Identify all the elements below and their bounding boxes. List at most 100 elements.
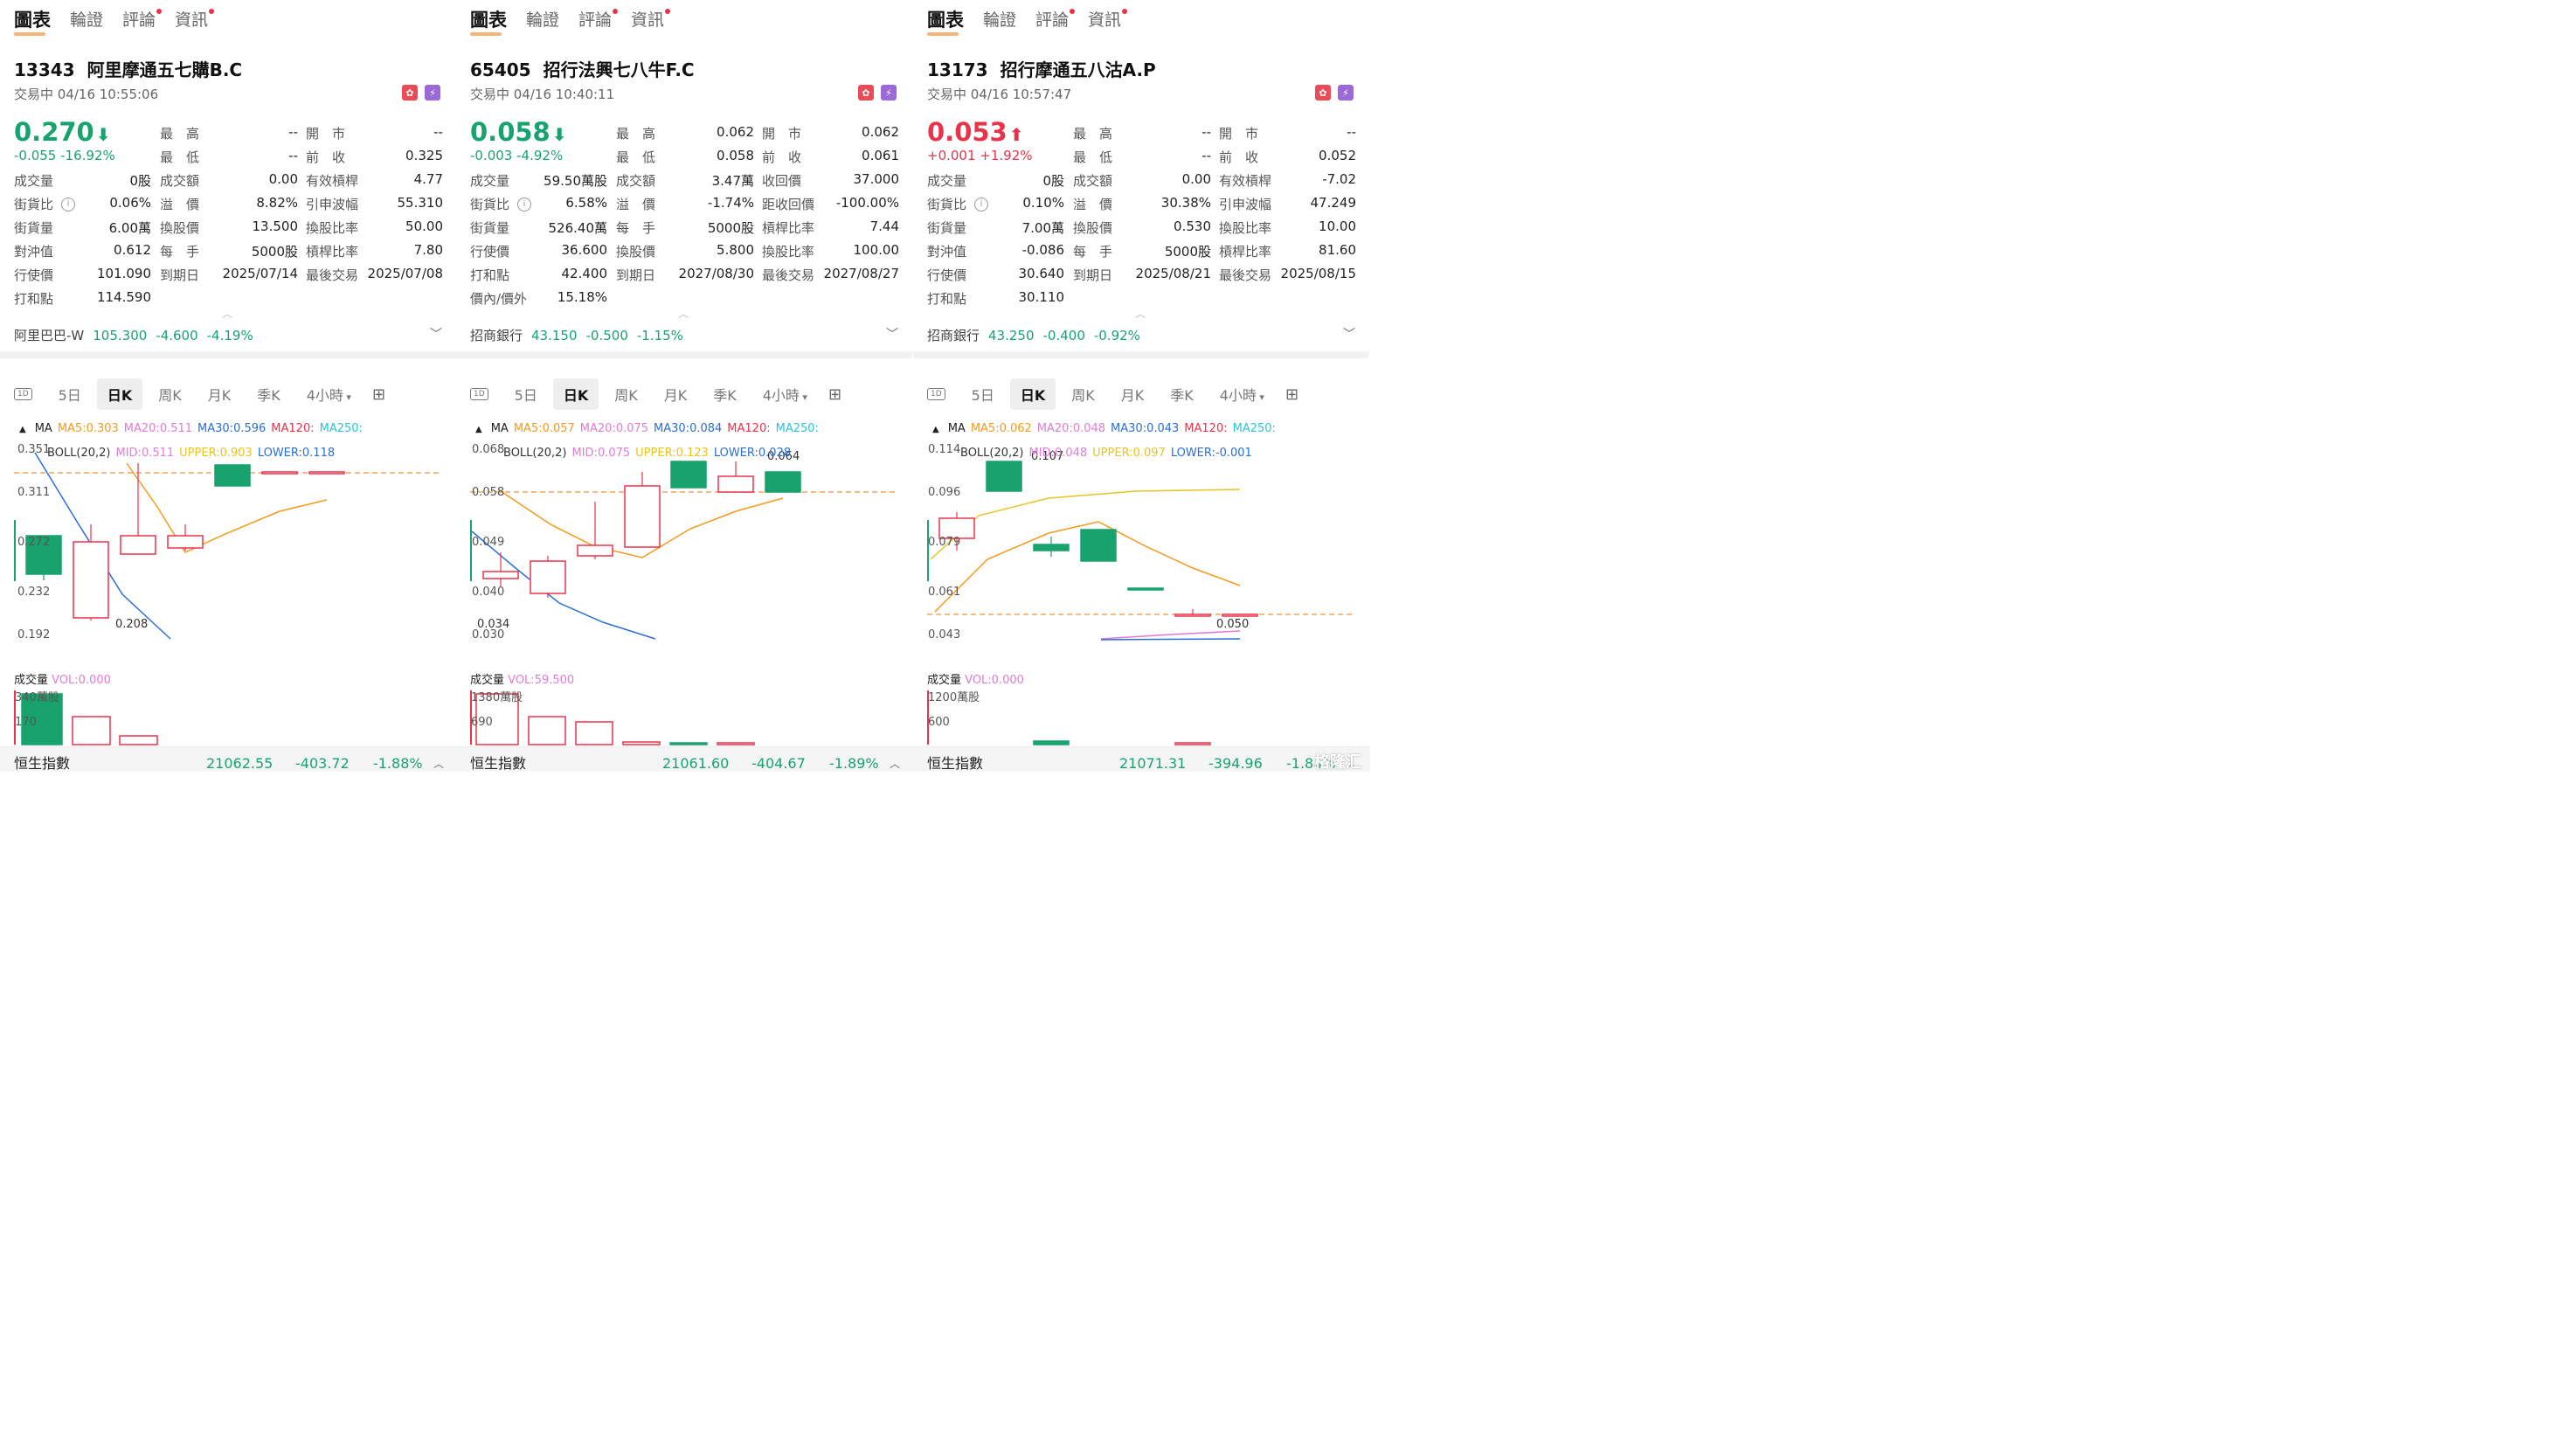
kline-chart[interactable]: 0.0680.0580.0490.0400.0300.0640.034BOLL(… [456,437,912,752]
period-tab[interactable]: 季K [1170,380,1194,408]
hk-flower-icon[interactable]: ✿ [402,85,418,101]
candlestick[interactable] [167,535,204,549]
arrow-down-icon: ⬇ [551,124,567,145]
period-tab[interactable]: 4小時 ▾ [763,380,807,408]
collapse-caret-icon[interactable]: ︿ [678,306,689,321]
period-tab[interactable]: 1D [470,388,488,400]
period-tab[interactable]: 4小時 ▾ [1220,380,1264,408]
candlestick[interactable] [577,544,613,557]
candlestick[interactable] [1080,529,1117,562]
quote-value: 2027/08/30 [678,266,754,281]
period-tab[interactable]: 1D [927,388,945,400]
collapse-caret-icon[interactable]: ︿ [1135,306,1146,321]
period-tab-label: 日K [1020,387,1046,404]
chevron-down-icon[interactable]: ﹀ [1343,325,1355,343]
period-tab[interactable]: 1D [14,388,32,400]
flash-icon[interactable]: ⚡ [425,85,440,101]
tab-news[interactable]: 資訊 [175,5,215,37]
period-tab[interactable]: 季K [713,380,737,408]
candlestick[interactable] [214,464,251,487]
layout-grid-icon[interactable]: ⊞ [372,385,385,404]
period-tab[interactable]: 周K [158,380,182,408]
boll-lower: LOWER:0.028 [714,447,791,460]
candlestick[interactable] [308,471,345,475]
hk-flower-icon[interactable]: ✿ [1315,85,1331,101]
collapse-caret-icon[interactable]: ︿ [222,306,232,321]
candlestick[interactable] [482,571,519,579]
quote-label: 換股比率 [306,220,359,236]
tab-comments[interactable]: 評論 [122,5,163,37]
tab-news[interactable]: 資訊 [1088,5,1128,37]
candlestick[interactable] [624,485,661,548]
period-tab[interactable]: 日K [552,378,599,410]
candlestick[interactable] [1174,614,1211,617]
quote-value: 3.47萬 [711,173,754,189]
candlestick[interactable] [530,560,566,594]
expand-caret-icon[interactable]: ︿ [433,747,444,772]
layout-grid-icon[interactable]: ⊞ [1285,385,1298,404]
period-tab[interactable]: 日K [96,378,143,410]
underlying-stock[interactable]: 招商銀行 43.150 -0.500 -1.15% [470,326,692,344]
period-tab[interactable]: 4小時 ▾ [307,380,351,408]
collapse-triangle-icon[interactable]: ▲ [475,425,482,434]
quote-label: 對沖值 [927,244,967,260]
tab-warrants[interactable]: 輪證 [983,5,1016,37]
period-tab[interactable]: 月K [1121,380,1145,408]
candlestick[interactable] [1033,544,1070,551]
tab-news[interactable]: 資訊 [631,5,671,37]
kline-chart[interactable]: 0.1140.0960.0790.0610.0430.1070.050BOLL(… [913,437,1369,752]
candlestick[interactable] [670,461,707,489]
quote-label: 最後交易 [1219,267,1272,283]
collapse-triangle-icon[interactable]: ▲ [932,425,939,434]
tab-chart[interactable]: 圖表 [14,5,51,37]
ma20-value: MA20:0.075 [579,422,649,435]
candlestick[interactable] [1127,587,1164,591]
layout-grid-icon[interactable]: ⊞ [828,385,841,404]
period-tab[interactable]: 月K [208,380,232,408]
period-tab[interactable]: 5日 [972,380,994,408]
period-tab[interactable]: 周K [614,380,638,408]
flash-icon[interactable]: ⚡ [1338,85,1354,101]
tab-comments[interactable]: 評論 [1035,5,1076,37]
chevron-down-icon[interactable]: ﹀ [430,325,442,343]
y-axis-tick: 0.096 [928,486,960,499]
quote-value: 0.062 [862,124,899,140]
period-tab[interactable]: 日K [1009,378,1056,410]
period-tab[interactable]: 月K [664,380,688,408]
tab-warrants[interactable]: 輪證 [70,5,103,37]
tab-chart[interactable]: 圖表 [927,5,964,37]
candlestick[interactable] [73,541,109,619]
flash-icon[interactable]: ⚡ [881,85,897,101]
candlestick[interactable] [120,535,156,555]
candlestick[interactable] [1222,614,1258,617]
market-icons: ✿ ⚡ [858,85,897,101]
period-tab[interactable]: 周K [1071,380,1095,408]
tab-warrants[interactable]: 輪證 [526,5,559,37]
period-tab[interactable]: 5日 [515,380,537,408]
collapse-triangle-icon[interactable]: ▲ [19,425,26,434]
chevron-down-icon[interactable]: ﹀ [886,325,898,343]
candlestick[interactable] [765,471,801,493]
y-axis-tick: 0.351 [17,443,50,456]
period-tab[interactable]: 季K [257,380,280,408]
underlying-pct: -4.19% [206,328,253,343]
tab-chart[interactable]: 圖表 [470,5,507,37]
quote-value: 37.000 [853,171,900,187]
underlying-stock[interactable]: 阿里巴巴-W 105.300 -4.600 -4.19% [14,326,262,344]
period-tab[interactable]: 5日 [59,380,81,408]
boll-indicator-row: BOLL(20,2) MID:0.048 UPPER:0.097 LOWER:-0.0… [960,447,1252,460]
kline-chart[interactable]: 0.351 0.311 0.272 0.232 0.192 0.208 BOLL(20,2)… [0,437,456,752]
candlestick[interactable] [986,461,1022,492]
underlying-stock[interactable]: 招商銀行 43.250 -0.400 -0.92% [927,326,1149,344]
boll-upper: UPPER:0.123 [635,447,709,460]
candlestick[interactable] [261,471,298,475]
candlestick[interactable] [717,475,754,493]
volume-value: VOL:0.000 [52,674,111,687]
notification-dot [1070,9,1076,14]
tab-comments[interactable]: 評論 [578,5,619,37]
indicator-line [1100,638,1241,641]
expand-caret-icon[interactable]: ︿ [890,747,900,772]
hk-flower-icon[interactable]: ✿ [858,85,874,101]
underlying-chg: -0.400 [1042,328,1085,343]
index-ticker-bar[interactable]: 恒生指數 21062.55 -403.72 -1.88% ︿ 恒生指數 21061.60 -4… [0,746,1370,772]
